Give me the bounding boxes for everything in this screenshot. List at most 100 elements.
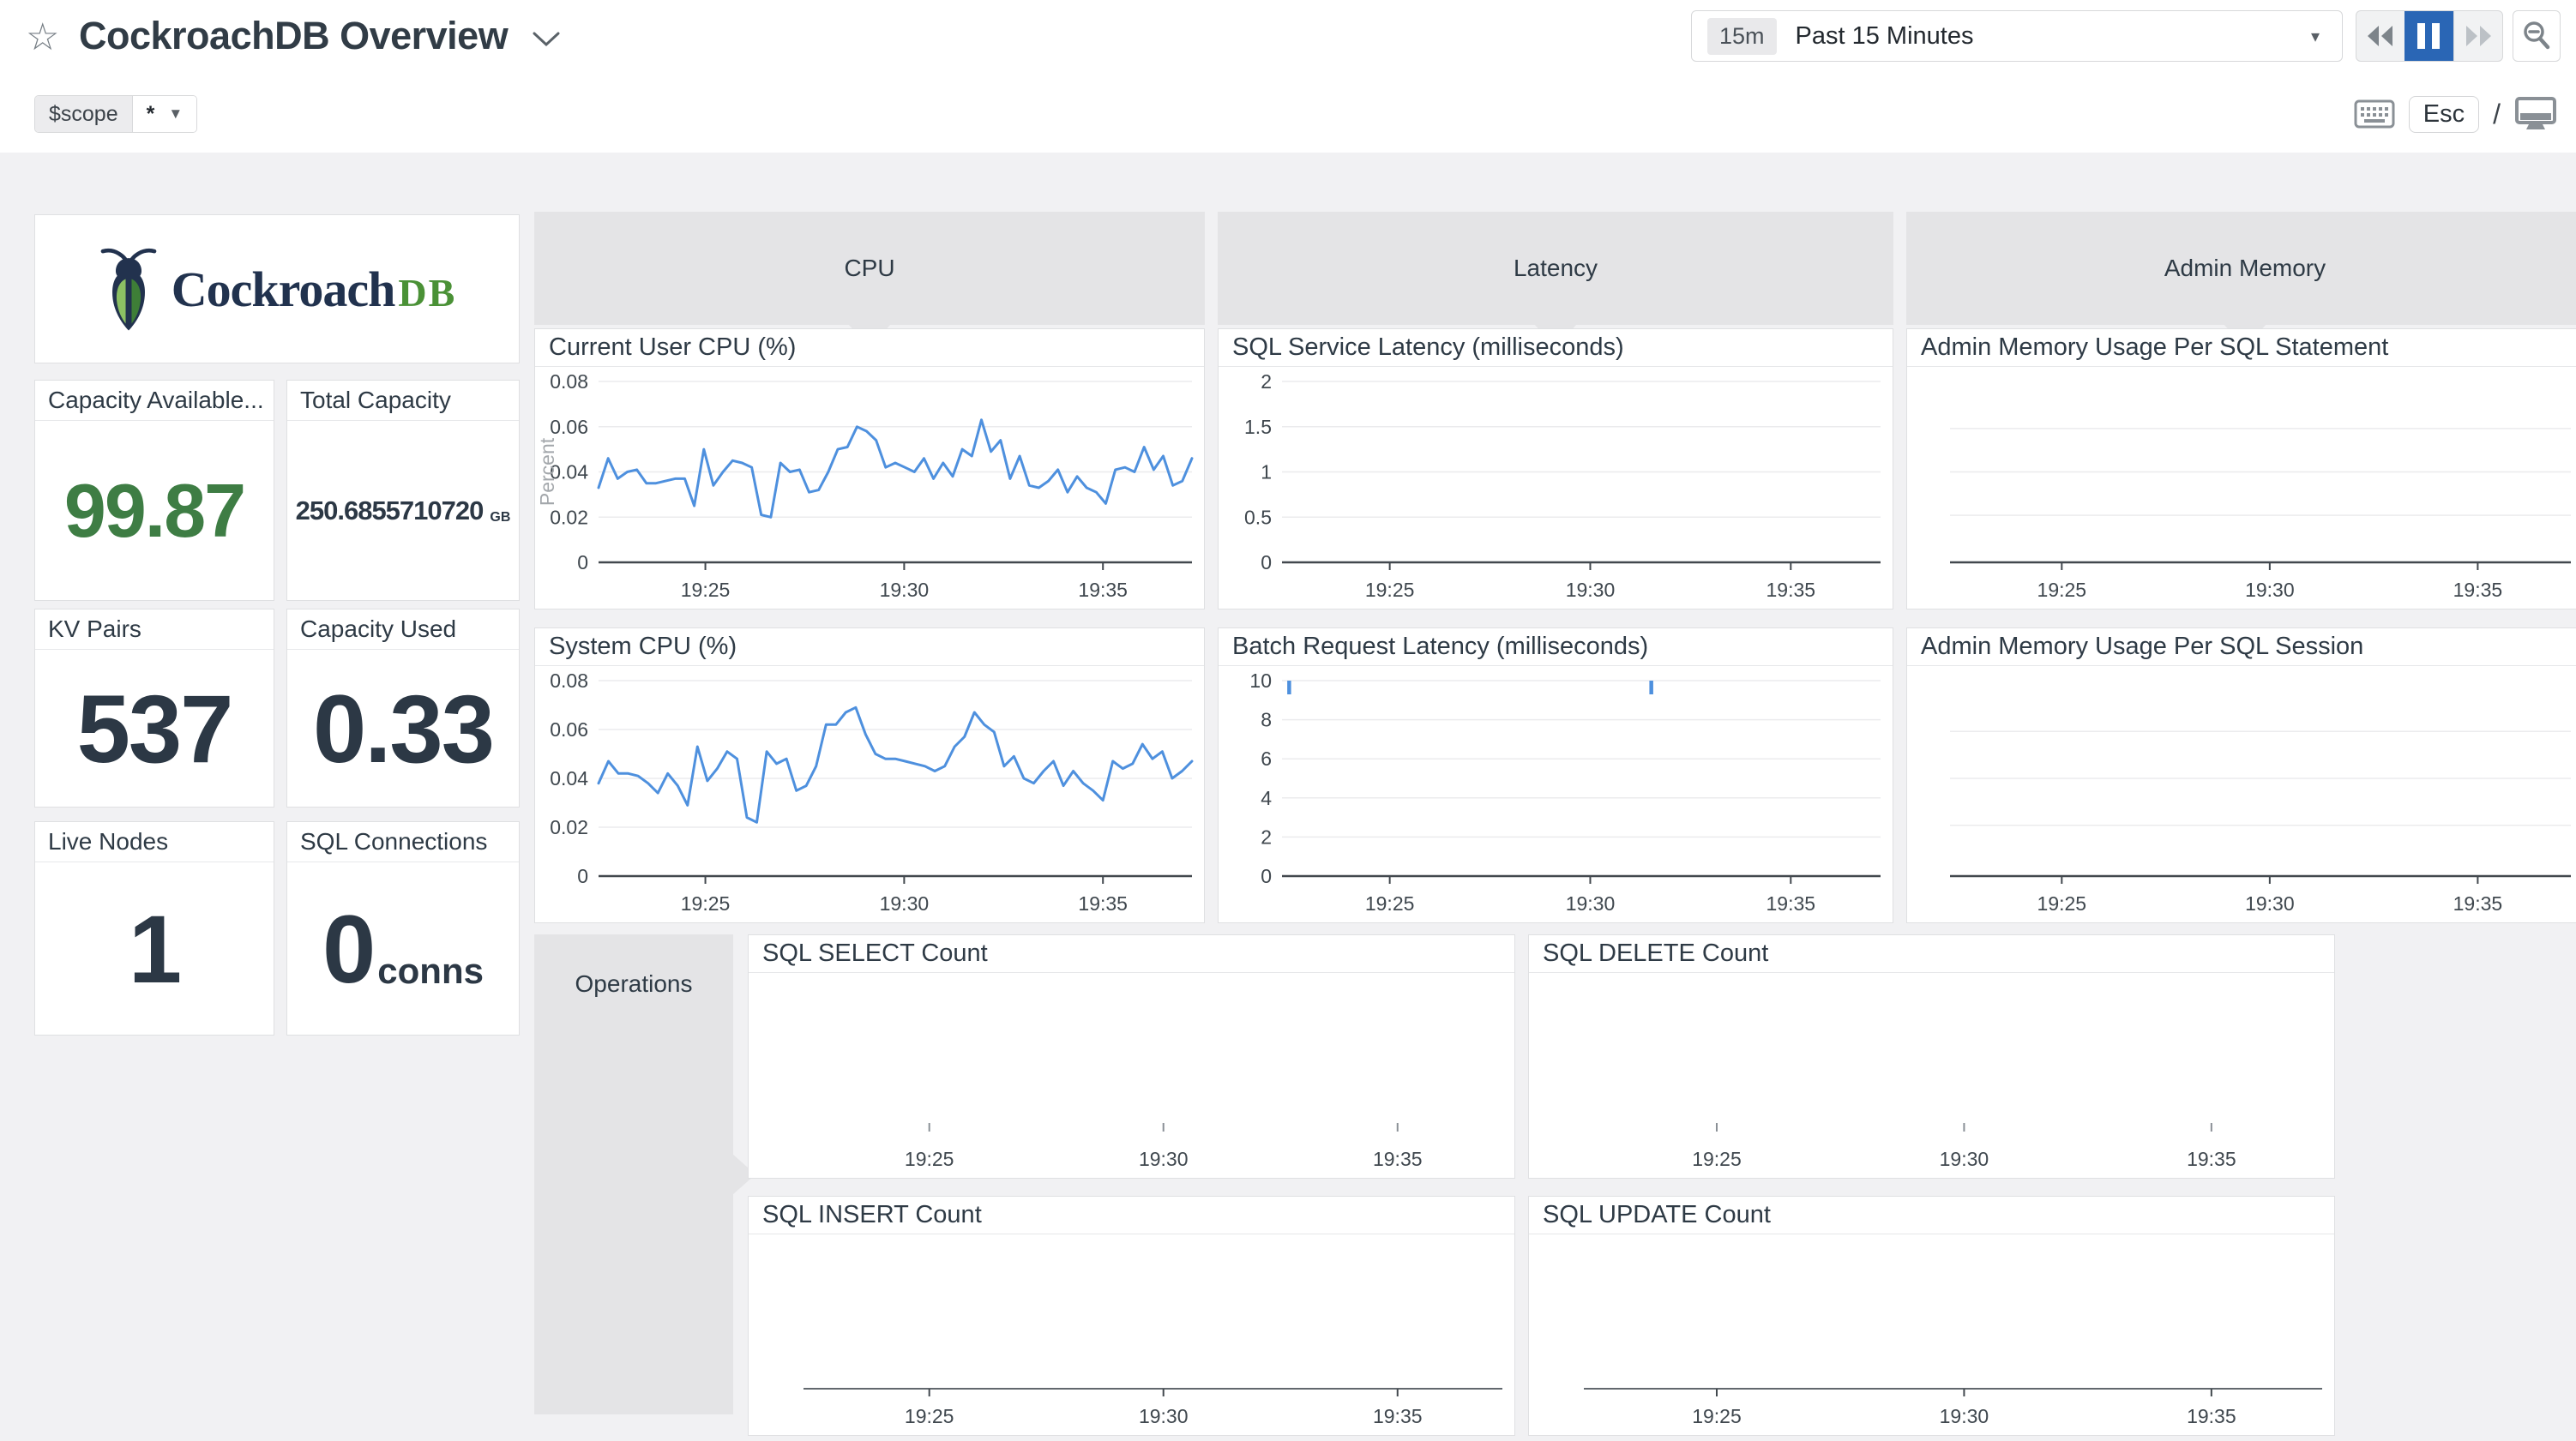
chart-card-batch-request-latency: Batch Request Latency (milliseconds) 024… xyxy=(1218,627,1893,923)
stat-card-capacity-available[interactable]: Capacity Available... 99.87 xyxy=(34,380,274,601)
svg-text:19:30: 19:30 xyxy=(1940,1148,1989,1170)
svg-text:19:25: 19:25 xyxy=(1692,1405,1742,1427)
stat-card-total-capacity[interactable]: Total Capacity 250.6855710720GB xyxy=(286,380,520,601)
chart-title: Batch Request Latency (milliseconds) xyxy=(1219,628,1893,666)
chart-title: System CPU (%) xyxy=(535,628,1204,666)
chart-card-system-cpu: System CPU (%) 00.020.040.060.0819:2519:… xyxy=(534,627,1205,923)
svg-text:19:25: 19:25 xyxy=(2037,892,2087,915)
top-bar: ☆ CockroachDB Overview 15m Past 15 Minut… xyxy=(0,0,2576,81)
timeseries-plot[interactable]: 19:2519:3019:35 xyxy=(1907,667,2576,922)
zoom-out-button[interactable] xyxy=(2513,10,2561,62)
chart-title: SQL Service Latency (milliseconds) xyxy=(1219,329,1893,367)
svg-text:1: 1 xyxy=(1261,461,1272,483)
favorite-star-icon[interactable]: ☆ xyxy=(26,15,59,59)
chart-title: SQL SELECT Count xyxy=(749,935,1514,973)
svg-text:19:35: 19:35 xyxy=(1373,1148,1423,1170)
stat-unit: conns xyxy=(377,951,484,992)
logo-text-suffix: DB xyxy=(398,271,456,315)
timeseries-plot[interactable]: 00.020.040.060.0819:2519:3019:35 xyxy=(535,667,1204,922)
time-backward-button[interactable] xyxy=(2356,11,2404,61)
pause-icon xyxy=(2417,23,2440,49)
svg-text:0.06: 0.06 xyxy=(550,718,588,741)
svg-text:19:25: 19:25 xyxy=(905,1405,954,1427)
svg-text:19:35: 19:35 xyxy=(1373,1405,1423,1427)
chart-title: SQL DELETE Count xyxy=(1529,935,2334,973)
timeseries-plot[interactable]: 00.511.5219:2519:3019:35 xyxy=(1219,368,1893,609)
group-header-cpu[interactable]: CPU xyxy=(534,212,1205,325)
svg-text:19:25: 19:25 xyxy=(905,1148,954,1170)
chart-card-admin-memory-session: Admin Memory Usage Per SQL Session 19:25… xyxy=(1906,627,2576,923)
chart-card-current-user-cpu: Current User CPU (%) 00.020.040.060.0819… xyxy=(534,328,1205,609)
time-range-badge: 15m xyxy=(1707,18,1777,55)
stat-card-kv-pairs[interactable]: KV Pairs 537 xyxy=(34,609,274,808)
svg-text:19:30: 19:30 xyxy=(1139,1148,1189,1170)
group-label: Admin Memory xyxy=(2164,255,2326,282)
svg-text:0.08: 0.08 xyxy=(550,370,588,393)
group-label: Operations xyxy=(534,970,733,998)
stat-value: 0 xyxy=(322,894,374,1005)
svg-text:19:30: 19:30 xyxy=(1139,1405,1189,1427)
svg-text:0.02: 0.02 xyxy=(550,506,588,528)
svg-text:4: 4 xyxy=(1261,787,1272,809)
svg-text:19:30: 19:30 xyxy=(1566,892,1616,915)
svg-text:Percent: Percent xyxy=(536,437,558,506)
group-label: Latency xyxy=(1514,255,1598,282)
timeseries-plot[interactable]: 00.020.040.060.0819:2519:3019:35Percent xyxy=(535,368,1204,609)
chart-card-sql-service-latency: SQL Service Latency (milliseconds) 00.51… xyxy=(1218,328,1893,609)
chart-title: Current User CPU (%) xyxy=(535,329,1204,367)
svg-text:19:35: 19:35 xyxy=(2453,892,2503,915)
chart-title: Admin Memory Usage Per SQL Statement xyxy=(1907,329,2576,367)
svg-text:19:35: 19:35 xyxy=(2187,1405,2236,1427)
svg-text:19:25: 19:25 xyxy=(1365,892,1415,915)
timeseries-plot[interactable]: 19:2519:3019:35 xyxy=(1907,368,2576,609)
scope-variable-value: * ▼ xyxy=(132,96,197,132)
pause-refresh-button[interactable] xyxy=(2404,11,2453,61)
stat-title: Live Nodes xyxy=(35,822,274,862)
svg-text:19:30: 19:30 xyxy=(880,892,930,915)
group-header-latency[interactable]: Latency xyxy=(1218,212,1893,325)
chart-card-sql-select-count: SQL SELECT Count 19:25 19:30 19:35 xyxy=(748,934,1515,1179)
time-range-label: Past 15 Minutes xyxy=(1796,22,1974,51)
scope-variable-name: $scope xyxy=(35,96,132,132)
chart-card-sql-insert-count: SQL INSERT Count 19:25 19:30 19:35 xyxy=(748,1196,1515,1436)
group-header-operations[interactable]: Operations xyxy=(534,934,733,1414)
svg-text:19:30: 19:30 xyxy=(880,579,930,601)
title-chevron-down-icon[interactable] xyxy=(532,31,561,48)
svg-text:19:30: 19:30 xyxy=(1566,579,1616,601)
timeseries-plot[interactable]: 024681019:2519:3019:35 xyxy=(1219,667,1893,922)
stat-card-live-nodes[interactable]: Live Nodes 1 xyxy=(34,821,274,1036)
chart-title: SQL INSERT Count xyxy=(749,1197,1514,1234)
timeseries-plot[interactable]: 19:2519:3019:35 xyxy=(1529,974,2334,1178)
group-header-admin-memory[interactable]: Admin Memory xyxy=(1906,212,2576,325)
svg-text:0: 0 xyxy=(577,551,588,573)
timeseries-plot[interactable]: 19:25 19:30 19:35 xyxy=(749,974,1514,1178)
stat-unit: GB xyxy=(490,510,510,525)
page-title: CockroachDB Overview xyxy=(79,14,508,58)
skip-forward-icon xyxy=(2463,24,2494,48)
stat-value: 537 xyxy=(77,674,232,784)
svg-text:19:30: 19:30 xyxy=(2245,579,2295,601)
stat-card-sql-connections[interactable]: SQL Connections 0conns xyxy=(286,821,520,1036)
timeseries-plot[interactable]: 19:2519:3019:35 xyxy=(1529,1235,2334,1435)
svg-text:19:35: 19:35 xyxy=(1766,892,1816,915)
cockroachdb-logo-card: CockroachDB xyxy=(34,214,520,363)
stat-card-capacity-used[interactable]: Capacity Used 0.33 xyxy=(286,609,520,808)
svg-text:8: 8 xyxy=(1261,709,1272,731)
time-forward-button[interactable] xyxy=(2453,11,2502,61)
svg-text:19:35: 19:35 xyxy=(2187,1148,2236,1170)
time-range-picker[interactable]: 15m Past 15 Minutes ▾ xyxy=(1691,10,2343,62)
scope-caret-down-icon: ▼ xyxy=(168,105,183,123)
svg-text:2: 2 xyxy=(1261,826,1272,848)
scope-variable-picker[interactable]: $scope * ▼ xyxy=(34,95,197,133)
tv-mode-icon[interactable] xyxy=(2514,96,2557,132)
svg-text:19:35: 19:35 xyxy=(1078,579,1128,601)
keyboard-shortcuts-icon[interactable] xyxy=(2354,99,2395,129)
svg-text:0.04: 0.04 xyxy=(550,767,588,790)
chart-card-admin-memory-statement: Admin Memory Usage Per SQL Statement 19:… xyxy=(1906,328,2576,609)
timeseries-plot[interactable]: 19:25 19:30 19:35 xyxy=(749,1235,1514,1435)
esc-key-badge[interactable]: Esc xyxy=(2409,96,2479,133)
stat-title: KV Pairs xyxy=(35,609,274,650)
magnifier-minus-icon xyxy=(2521,20,2552,52)
stat-value: 99.87 xyxy=(64,467,244,555)
time-nav-buttons xyxy=(2356,10,2503,62)
